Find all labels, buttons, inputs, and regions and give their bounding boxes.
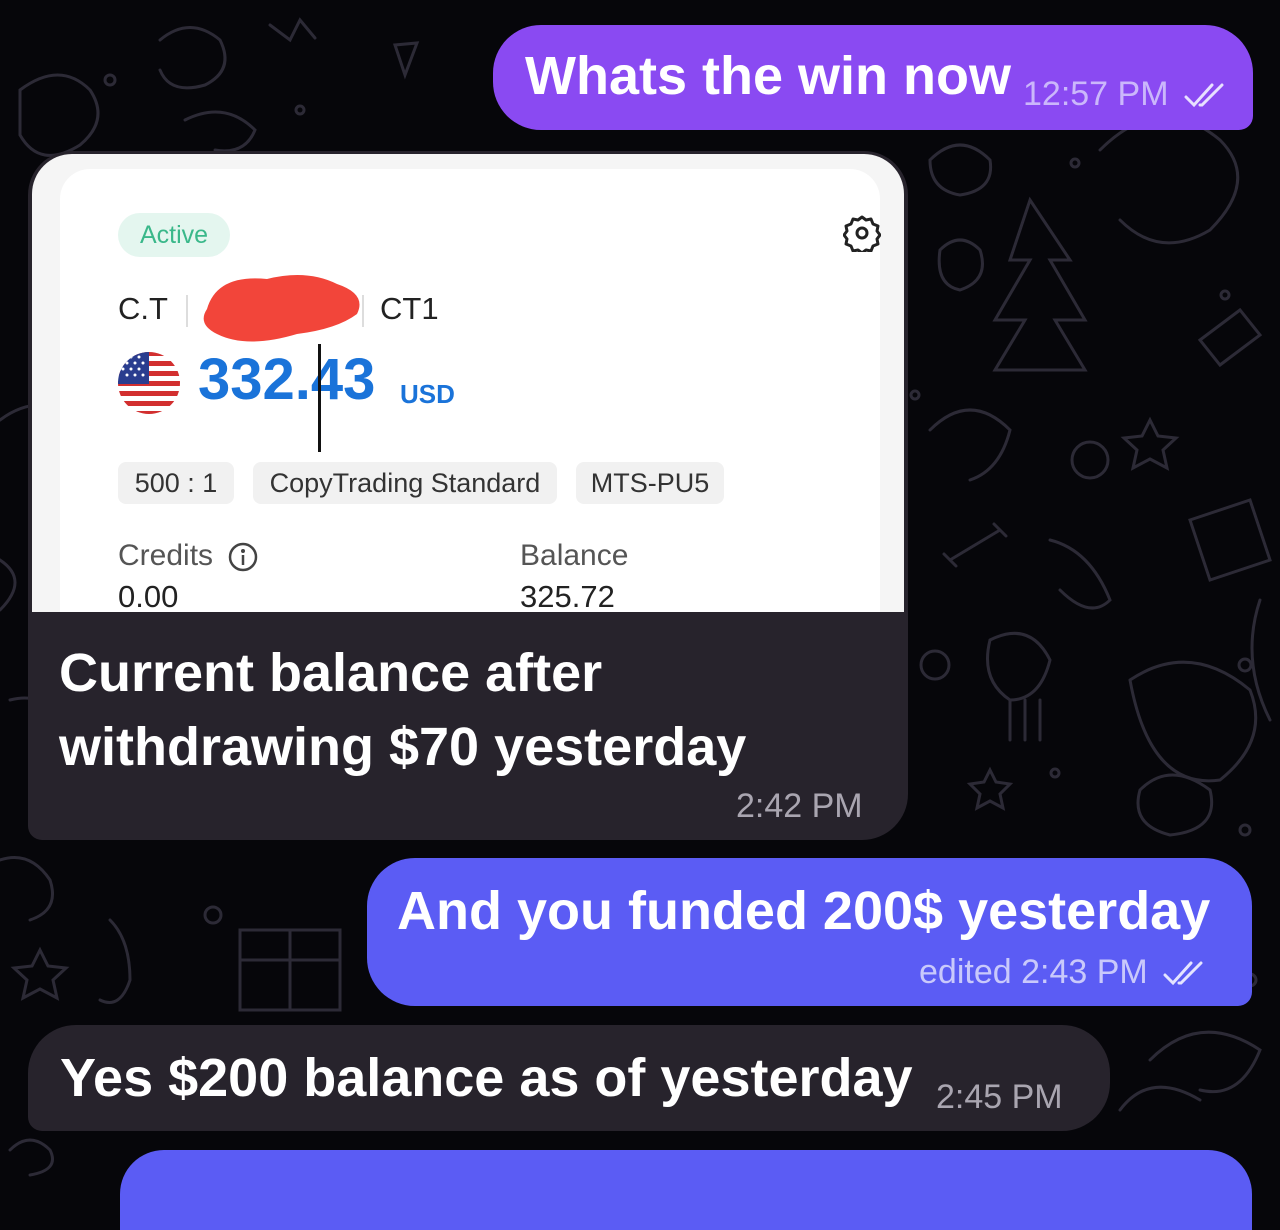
outgoing-message-bubble[interactable]: And you funded 200$ yesterday edited 2:4… <box>367 858 1252 1006</box>
us-flag-icon <box>118 352 180 414</box>
account-prefix: C.T <box>118 291 168 326</box>
account-card: Active C.T CT1 332.43 USD 500: 1 CopyTr… <box>60 169 881 612</box>
double-check-icon <box>1163 961 1203 986</box>
credits-label: Credits <box>118 539 214 572</box>
credits-value: 0.00 <box>118 579 179 612</box>
status-badge: Active <box>118 213 230 257</box>
message-text: And you funded 200$ yesterday <box>397 881 1211 941</box>
message-text: Yes $200 balance as of yesterday <box>60 1048 913 1108</box>
text-cursor <box>318 344 321 452</box>
divider <box>362 295 364 327</box>
message-meta: 12:57 PM <box>1023 75 1230 114</box>
redaction-mark <box>203 275 360 342</box>
account-type-chip: CopyTrading Standard <box>253 462 557 504</box>
outgoing-message-bubble[interactable]: Whats the win now 12:57 PM <box>493 25 1253 130</box>
double-check-icon <box>1184 83 1224 108</box>
divider <box>186 295 188 327</box>
outgoing-message-bubble-partial[interactable] <box>120 1150 1252 1230</box>
caption-line: withdrawing $70 yesterday <box>59 717 747 777</box>
message-time: 2:42 PM <box>736 787 863 825</box>
account-suffix: CT1 <box>380 291 439 326</box>
incoming-message-bubble[interactable]: Yes $200 balance as of yesterday 2:45 PM <box>28 1025 1110 1131</box>
message-time: 2:45 PM <box>936 1078 1063 1116</box>
balance-label: Balance <box>520 539 629 572</box>
message-caption: Current balance after withdrawing $70 ye… <box>59 636 746 784</box>
server-chip: MTS-PU5 <box>576 462 724 504</box>
account-screenshot[interactable]: Active C.T CT1 332.43 USD 500: 1 CopyTr… <box>32 154 904 612</box>
account-amount: 332.43 <box>198 347 376 412</box>
message-time: 12:57 PM <box>1023 75 1169 113</box>
balance-value: 325.72 <box>520 579 615 612</box>
incoming-photo-message[interactable]: Active C.T CT1 332.43 USD 500: 1 CopyTr… <box>28 151 908 840</box>
caption-line: Current balance after <box>59 643 603 703</box>
leverage-chip: 500 : 1 <box>118 462 234 504</box>
currency-label: USD <box>400 379 455 409</box>
message-text: Whats the win now <box>525 46 1011 106</box>
message-edited-time: edited 2:43 PM <box>919 953 1148 991</box>
gear-icon <box>843 215 881 252</box>
info-icon <box>228 542 258 572</box>
message-meta: edited 2:43 PM <box>919 953 1209 992</box>
